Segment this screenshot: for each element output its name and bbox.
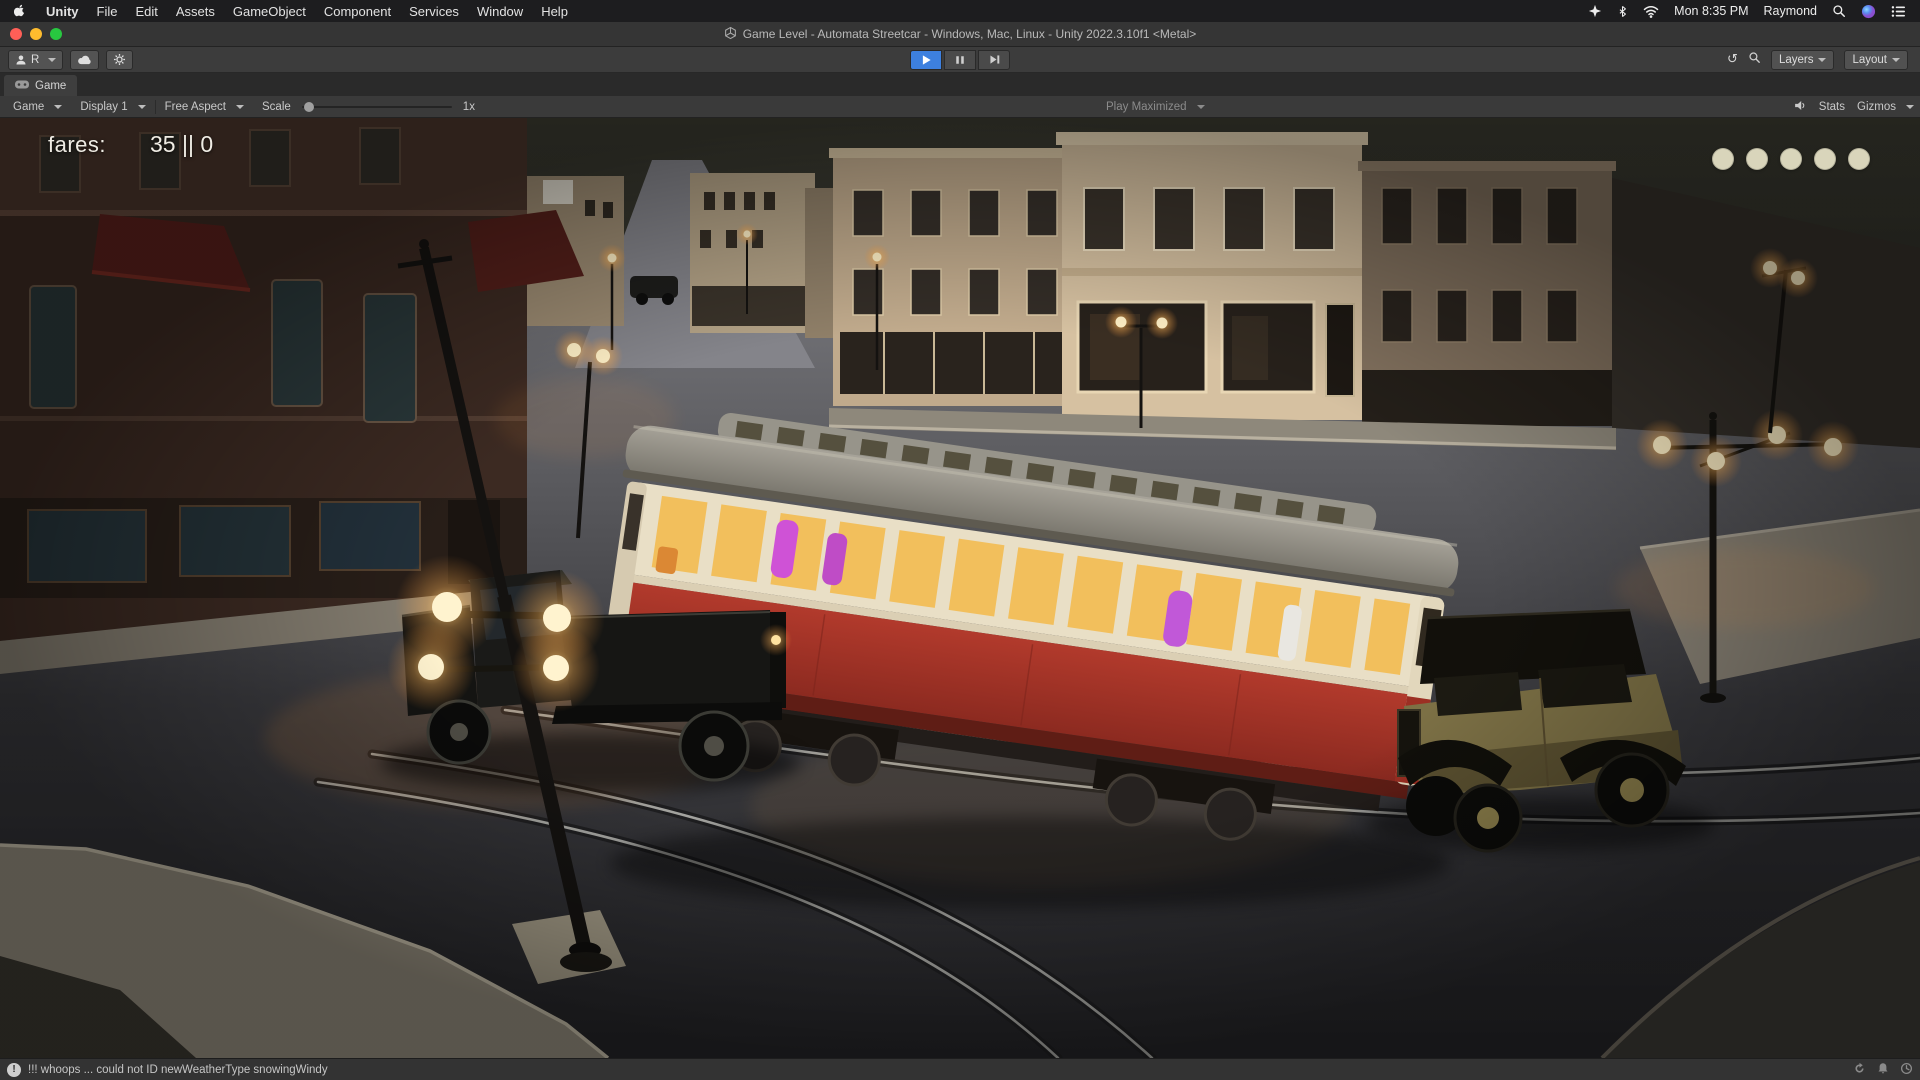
account-label: R [31, 54, 39, 66]
stats-button[interactable]: Stats [1819, 101, 1845, 113]
hud-dot [1780, 148, 1802, 170]
game-tab-icon [15, 79, 29, 93]
gizmos-label: Gizmos [1857, 101, 1896, 113]
play-button[interactable] [910, 50, 942, 70]
menu-lines-icon[interactable] [1891, 5, 1906, 18]
cloud-button[interactable] [70, 50, 99, 70]
unity-toolbar: R ↺ [0, 47, 1920, 73]
mute-audio-icon[interactable] [1793, 99, 1807, 115]
search-icon-button[interactable] [1748, 51, 1761, 69]
account-dropdown[interactable]: R [8, 50, 63, 70]
game-viewport[interactable]: fares: 35 || 0 [0, 118, 1920, 1058]
tab-strip: Game [0, 73, 1920, 96]
history-icon-button[interactable]: ↺ [1727, 53, 1738, 66]
play-controls [910, 50, 1010, 70]
layers-dropdown[interactable]: Layers [1771, 50, 1835, 70]
chevron-down-icon [1892, 58, 1900, 62]
display-target-label: Game [13, 101, 44, 113]
aspect-label: Free Aspect [165, 101, 226, 113]
play-maximized-label: Play Maximized [1106, 101, 1187, 113]
unity-logo-icon [724, 26, 737, 43]
menu-edit[interactable]: Edit [135, 4, 157, 19]
menubar-clock[interactable]: Mon 8:35 PM [1674, 4, 1748, 18]
layers-label: Layers [1779, 54, 1814, 66]
scale-value: 1x [463, 101, 475, 113]
layout-dropdown[interactable]: Layout [1844, 50, 1908, 70]
macos-menubar: Unity File Edit Assets GameObject Compon… [0, 0, 1920, 22]
menu-services[interactable]: Services [409, 4, 459, 19]
hud-dot [1848, 148, 1870, 170]
chevron-down-icon [236, 105, 244, 109]
minimize-window-button[interactable] [30, 28, 42, 40]
menu-assets[interactable]: Assets [176, 4, 215, 19]
settings-button[interactable] [106, 50, 133, 70]
spotlight-icon[interactable] [1832, 4, 1846, 18]
chevron-down-icon [138, 105, 146, 109]
hud-fares-value: 35 || 0 [150, 131, 213, 158]
bluetooth-icon[interactable] [1617, 4, 1628, 19]
menu-file[interactable]: File [97, 4, 118, 19]
play-maximized-dropdown[interactable]: Play Maximized [1106, 101, 1205, 113]
zoom-window-button[interactable] [50, 28, 62, 40]
vignette-overlay [0, 118, 1920, 1058]
step-button[interactable] [978, 50, 1010, 70]
sparkle-icon[interactable] [1588, 4, 1602, 18]
hud-dots [1712, 148, 1870, 170]
game-tab-label: Game [35, 80, 66, 92]
statusbar-bell-icon[interactable] [1877, 1062, 1889, 1078]
apple-menu[interactable] [14, 3, 28, 19]
menu-component[interactable]: Component [324, 4, 391, 19]
siri-icon[interactable] [1861, 4, 1876, 19]
chevron-down-icon [1197, 105, 1205, 109]
hud-dot [1814, 148, 1836, 170]
window-title: Game Level - Automata Streetcar - Window… [743, 27, 1197, 41]
chevron-down-icon [54, 105, 62, 109]
menu-window[interactable]: Window [477, 4, 523, 19]
tab-game[interactable]: Game [4, 75, 77, 96]
statusbar-activity-icon[interactable] [1900, 1062, 1913, 1078]
gizmos-dropdown[interactable]: Gizmos [1857, 96, 1914, 117]
game-view-toolbar: Game Display 1 Free Aspect Scale 1x Play… [0, 96, 1920, 118]
aspect-ratio-dropdown[interactable]: Free Aspect [156, 96, 253, 117]
chevron-down-icon [1906, 105, 1914, 109]
menu-gameobject[interactable]: GameObject [233, 4, 306, 19]
chevron-down-icon [1818, 58, 1826, 62]
scale-label: Scale [262, 101, 291, 113]
scale-slider-knob[interactable] [304, 102, 314, 112]
display-label: Display 1 [80, 101, 127, 113]
scale-slider[interactable] [302, 106, 452, 108]
game-scene [0, 118, 1920, 1058]
pause-button[interactable] [944, 50, 976, 70]
scale-control: Scale 1x [253, 96, 484, 117]
console-message-icon[interactable]: ! [7, 1063, 21, 1077]
menubar-user[interactable]: Raymond [1764, 4, 1818, 18]
chevron-down-icon [48, 58, 56, 62]
hud-dot [1746, 148, 1768, 170]
menu-help[interactable]: Help [541, 4, 568, 19]
console-message-text[interactable]: !!! whoops ... could not ID newWeatherTy… [28, 1064, 328, 1076]
wifi-icon[interactable] [1643, 5, 1659, 18]
window-titlebar: Game Level - Automata Streetcar - Window… [0, 22, 1920, 47]
hud-dot [1712, 148, 1734, 170]
close-window-button[interactable] [10, 28, 22, 40]
hud-fares-label: fares: [48, 132, 106, 158]
statusbar-refresh-icon[interactable] [1853, 1062, 1866, 1078]
layout-label: Layout [1852, 54, 1887, 66]
menu-unity[interactable]: Unity [46, 4, 79, 19]
unity-editor-window: Unity File Edit Assets GameObject Compon… [0, 0, 1920, 1080]
display-dropdown[interactable]: Display 1 [71, 96, 154, 117]
display-target-dropdown[interactable]: Game [4, 96, 71, 117]
statusbar: ! !!! whoops ... could not ID newWeather… [0, 1058, 1920, 1080]
